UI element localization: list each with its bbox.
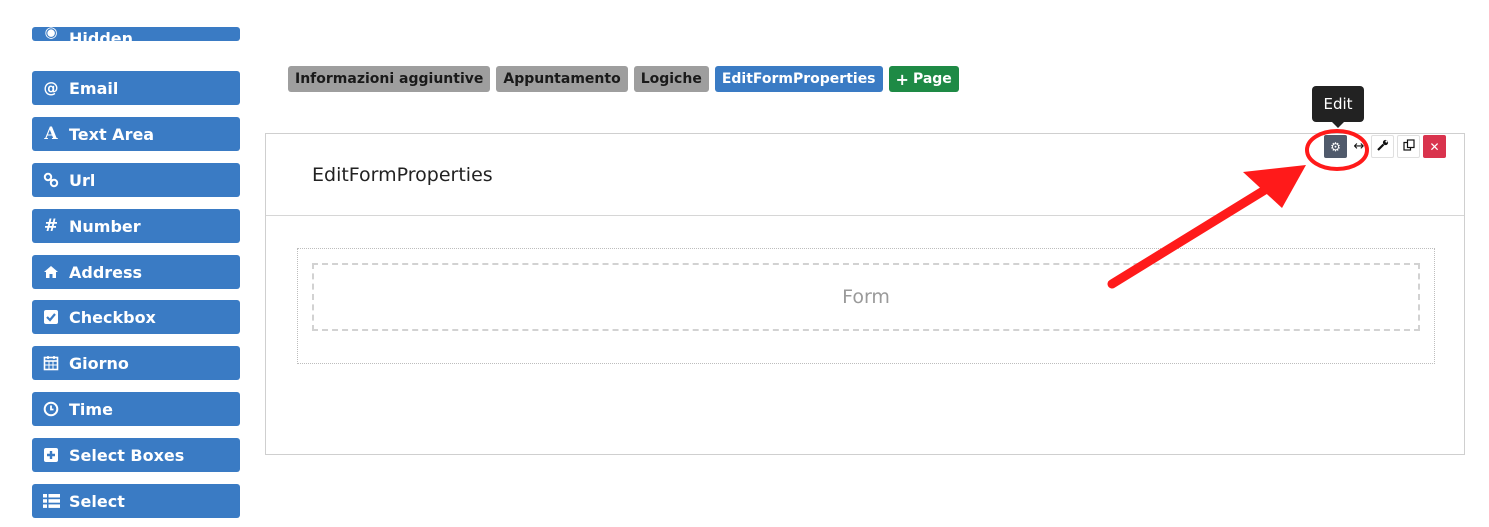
check-square-icon [42, 309, 60, 325]
component-label: Hidden [69, 29, 134, 41]
link-icon [42, 172, 60, 188]
page-panel[interactable]: EditFormProperties Form [265, 133, 1465, 455]
edit-tooltip: Edit [1312, 86, 1364, 128]
edit-button[interactable]: ⚙ [1324, 135, 1347, 158]
tab-logiche[interactable]: Logiche [633, 66, 709, 92]
tab-informazioni-aggiuntive[interactable]: Informazioni aggiuntive [288, 66, 491, 92]
remove-button[interactable]: ✕ [1423, 135, 1446, 158]
clock-icon [42, 401, 60, 417]
home-icon [42, 265, 60, 279]
form-container[interactable]: Form [297, 248, 1435, 364]
component-number-button[interactable]: # Number [32, 209, 240, 243]
move-button[interactable]: ↔ [1350, 135, 1368, 158]
component-select-button[interactable]: Select [32, 484, 240, 518]
at-icon: @ [43, 79, 59, 97]
component-label: Giorno [69, 353, 129, 373]
component-address-button[interactable]: Address [32, 255, 240, 289]
component-label: Select Boxes [69, 445, 185, 465]
component-label: Time [69, 399, 113, 419]
component-label: Address [69, 262, 143, 282]
calendar-icon [42, 355, 60, 371]
plus-square-icon [42, 447, 60, 463]
move-icon: ↔ [1353, 139, 1365, 154]
component-label: Email [69, 78, 119, 98]
component-checkbox-button[interactable]: Checkbox [32, 300, 240, 334]
form-dropzone[interactable]: Form [312, 263, 1420, 331]
component-toolbar: ⚙ ↔ ✕ [1324, 135, 1446, 158]
component-textarea-button[interactable]: A Text Area [32, 117, 240, 151]
panel-title: EditFormProperties [266, 134, 1464, 216]
eye-slash-icon: ◉ [44, 27, 58, 41]
component-label: Checkbox [69, 307, 156, 327]
component-time-button[interactable]: Time [32, 392, 240, 426]
add-page-label: Page [912, 71, 952, 87]
component-label: Url [69, 170, 96, 190]
component-label: Select [69, 491, 125, 511]
font-icon: A [44, 124, 58, 144]
plus-icon: + [895, 69, 909, 89]
page-tabs: Informazioni aggiuntive Appuntamento Log… [288, 66, 959, 92]
component-label: Text Area [69, 124, 155, 144]
dropzone-label: Form [842, 286, 890, 308]
add-page-button[interactable]: + Page [888, 66, 959, 92]
component-url-button[interactable]: Url [32, 163, 240, 197]
edit-json-button[interactable] [1371, 135, 1394, 158]
copy-button[interactable] [1397, 135, 1420, 158]
tab-editformproperties[interactable]: EditFormProperties [714, 66, 883, 92]
gear-icon: ⚙ [1330, 139, 1341, 154]
list-icon [42, 494, 60, 508]
component-hidden-button[interactable]: ◉ Hidden [32, 27, 240, 41]
component-selectboxes-button[interactable]: Select Boxes [32, 438, 240, 472]
component-label: Number [69, 216, 141, 236]
close-icon: ✕ [1429, 139, 1440, 154]
hash-icon: # [43, 216, 59, 236]
copy-icon [1402, 139, 1415, 154]
component-email-button[interactable]: @ Email [32, 71, 240, 105]
component-day-button[interactable]: Giorno [32, 346, 240, 380]
tab-appuntamento[interactable]: Appuntamento [496, 66, 628, 92]
wrench-icon [1376, 139, 1389, 154]
